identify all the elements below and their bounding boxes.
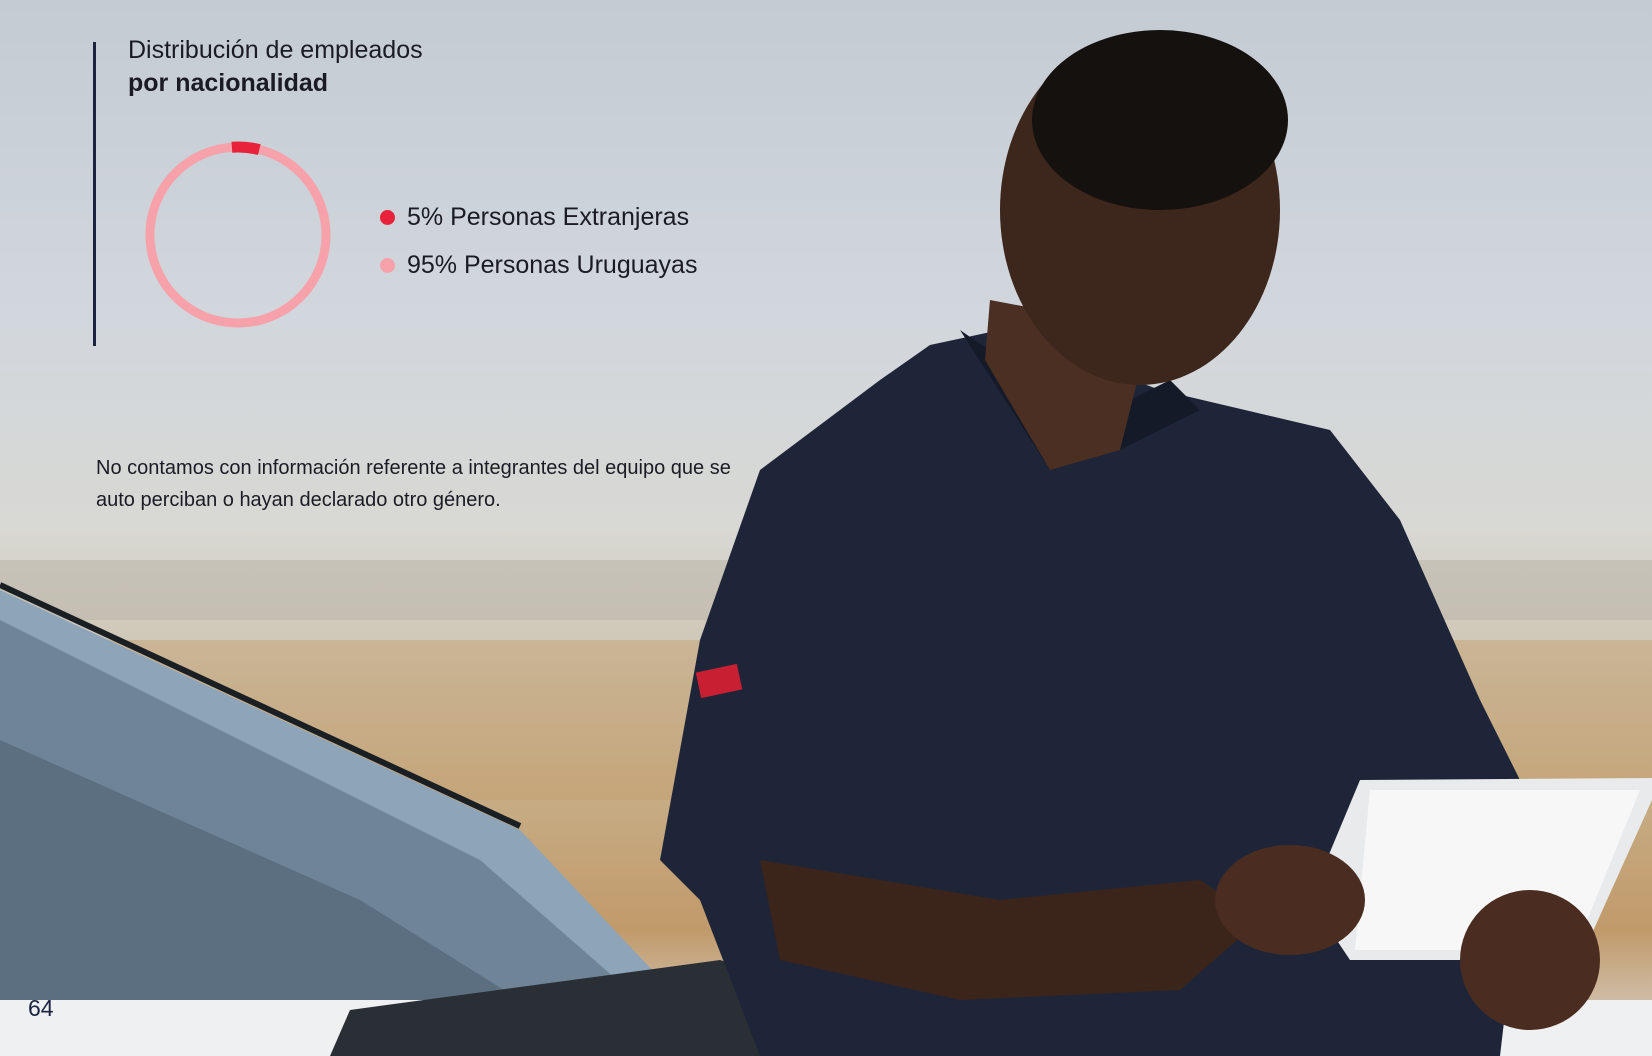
legend-label-uruguayas: 95% Personas Uruguayas	[407, 250, 698, 279]
body-note: No contamos con información referente a …	[96, 457, 731, 511]
legend-dot-uruguayas	[380, 257, 395, 273]
legend-dot-extranjeras	[380, 209, 395, 225]
chart-title: Distribución de empleados por nacionalid…	[128, 34, 423, 100]
legend-label-extranjeras: 5% Personas Extranjeras	[407, 202, 690, 231]
page-number: 64	[28, 995, 54, 1021]
chart-title-line2: por nacionalidad	[128, 69, 329, 97]
legend-item-extranjeras: 5% Personas Extranjeras	[380, 193, 697, 241]
chart-legend: 5% Personas Extranjeras 95% Personas Uru…	[380, 193, 697, 289]
donut-slice-uruguayas	[145, 142, 331, 328]
donut-slice-extranjeras	[231, 141, 261, 155]
legend-item-uruguayas: 95% Personas Uruguayas	[380, 241, 697, 289]
chart-title-line1: Distribución de empleados	[128, 36, 423, 64]
accent-line	[93, 42, 96, 346]
donut-chart	[145, 141, 331, 328]
